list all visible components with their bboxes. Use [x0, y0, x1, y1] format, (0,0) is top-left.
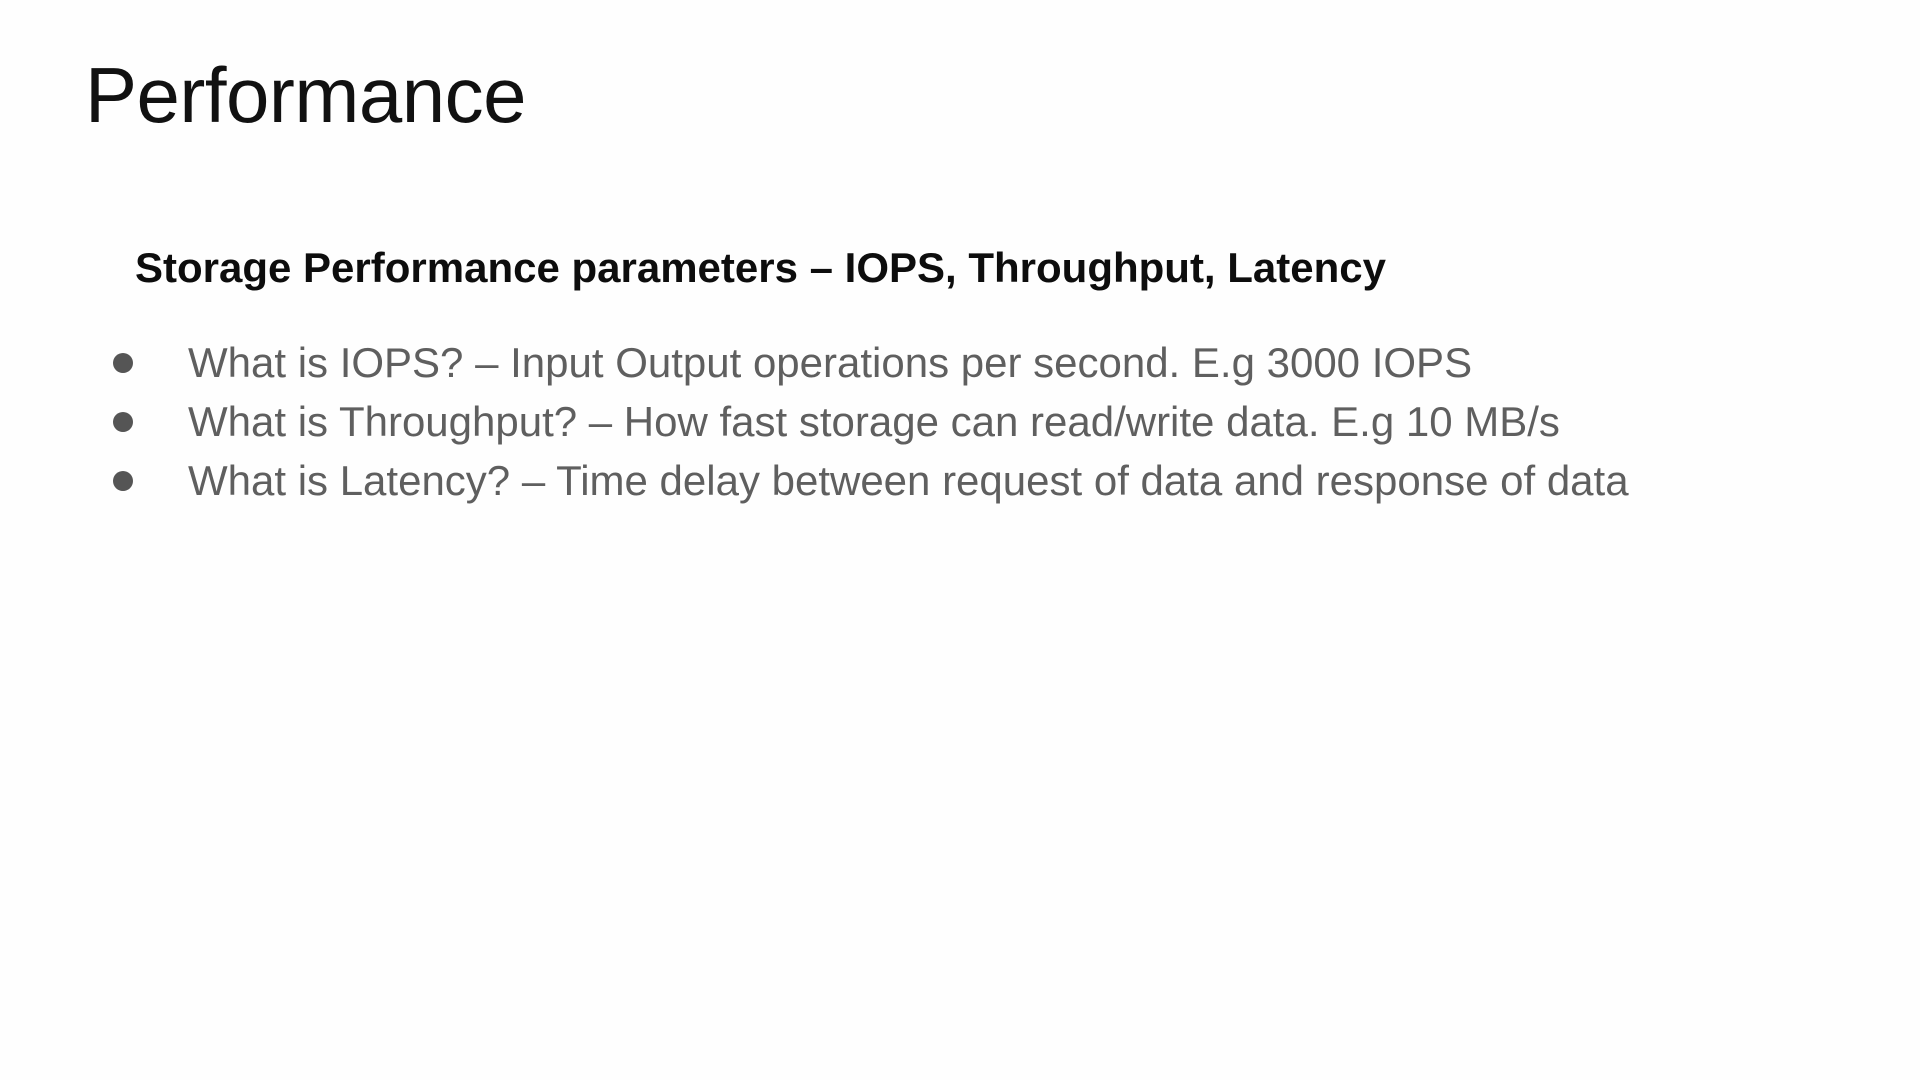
- bullet-text: What is IOPS? – Input Output operations …: [188, 338, 1473, 386]
- bullet-text: What is Throughput? – How fast storage c…: [188, 397, 1560, 445]
- slide: Performance Storage Performance paramete…: [0, 0, 1920, 1080]
- bullet-item-latency: What is Latency? – Time delay between re…: [105, 451, 1629, 510]
- bullet-item-throughput: What is Throughput? – How fast storage c…: [105, 392, 1629, 451]
- bullet-dot-icon: [113, 352, 133, 373]
- bullet-dot-icon: [113, 470, 133, 491]
- bullet-dot-icon: [113, 411, 133, 432]
- slide-subtitle: Storage Performance parameters – IOPS, T…: [135, 244, 1386, 291]
- bullet-list: What is IOPS? – Input Output operations …: [105, 333, 1629, 510]
- bullet-text: What is Latency? – Time delay between re…: [188, 456, 1629, 504]
- bullet-item-iops: What is IOPS? – Input Output operations …: [105, 333, 1629, 392]
- slide-title: Performance: [85, 51, 527, 139]
